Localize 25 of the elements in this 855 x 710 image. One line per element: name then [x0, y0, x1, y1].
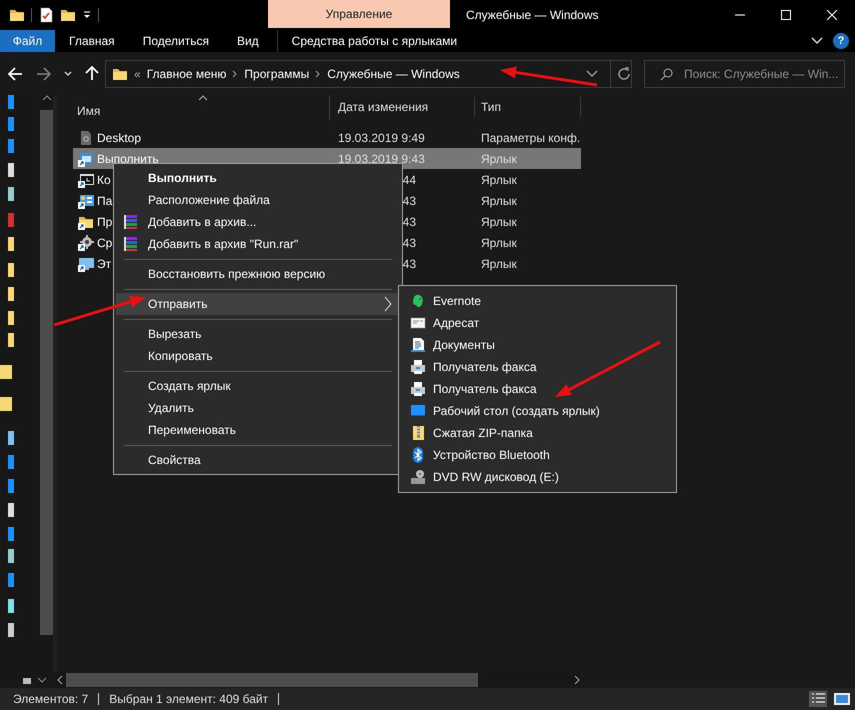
file-name: Ко: [97, 172, 111, 186]
file-name: Выполнить: [97, 152, 159, 166]
file-name: Эт: [97, 256, 112, 270]
file-type: Ярлык: [481, 214, 517, 228]
file-type: Ярлык: [481, 172, 517, 186]
file-type: Ярлык: [481, 152, 517, 166]
date-modified: 44: [402, 172, 416, 186]
date-modified: 19.03.2019 9:49: [338, 130, 425, 144]
file-name: Desktop: [97, 130, 142, 144]
file-type: Параметры конф.: [481, 130, 580, 144]
date-modified: 19.03.2019 9:43: [338, 152, 425, 166]
item-count: Элементов: 7: [13, 692, 88, 706]
window-title: Служебные — Windows: [466, 8, 600, 22]
selection-info: Выбран 1 элемент: 409 байт: [109, 692, 268, 706]
date-modified: 43: [402, 236, 416, 250]
file-type: Ярлык: [481, 256, 517, 270]
date-modified: 43: [402, 194, 416, 208]
file-name: Пр: [97, 214, 112, 228]
file-type: Ярлык: [481, 236, 517, 250]
file-type: Ярлык: [481, 194, 517, 208]
file-name: Па: [97, 194, 112, 208]
date-modified: 43: [402, 256, 416, 270]
file-name: Ср: [97, 236, 112, 250]
date-modified: 43: [402, 214, 416, 228]
contextual-tab-header: Управление: [268, 0, 450, 28]
